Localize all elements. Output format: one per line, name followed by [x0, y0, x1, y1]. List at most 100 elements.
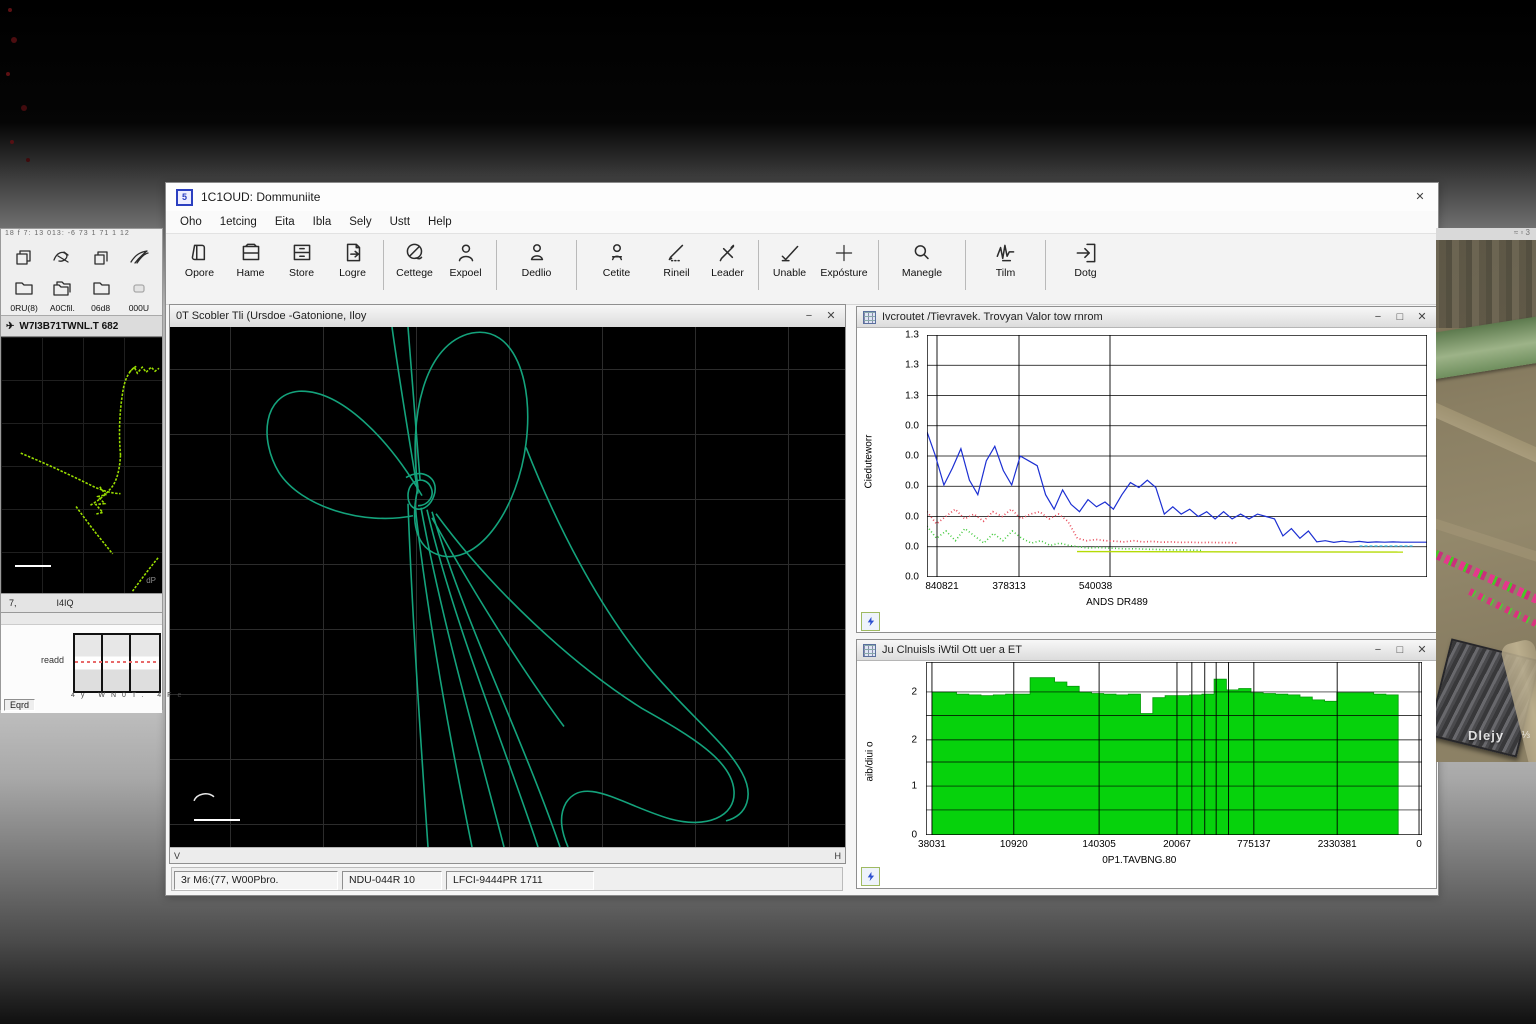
folder-stack-icon — [50, 276, 74, 300]
toolbar-separator — [383, 240, 384, 290]
tick-label: 2 — [911, 686, 917, 697]
tick-label: 0.0 — [905, 451, 919, 462]
satellite-watermark: Dlejy — [1468, 728, 1504, 743]
pen-strokes-button[interactable] — [120, 243, 158, 273]
bottom-chart-plot[interactable] — [926, 662, 1422, 835]
signal-panel: readd 4y WN0T. 4Fe Eqrd — [1, 613, 162, 713]
main-titlebar[interactable]: 5 1C1OUD: Dommuniite ✕ — [166, 183, 1438, 211]
top-chart-ytick-labels: 1.31.31.30.00.00.00.00.00.0 — [885, 335, 923, 577]
toolbar-button-hame[interactable]: Hame — [225, 238, 276, 279]
toolbar-button-cetite[interactable]: Cetite — [591, 238, 642, 279]
menu-item[interactable]: Help — [428, 216, 452, 228]
top-chart-plot[interactable] — [927, 335, 1427, 577]
pen-swash-icon — [127, 246, 151, 270]
toolbar-button-leader[interactable]: Leader — [702, 238, 753, 279]
tick-label: 20067 — [1163, 839, 1191, 850]
main-close-button[interactable]: ✕ — [1412, 190, 1428, 204]
pages-copy-button[interactable] — [82, 243, 120, 273]
pages-icon — [89, 246, 113, 270]
satellite-imagery[interactable]: Dlejy ⅓ — [1436, 240, 1536, 762]
import-doc-icon — [340, 240, 366, 266]
chart-tool-button[interactable] — [861, 867, 880, 886]
mini-map-corner-text: dP — [146, 576, 156, 585]
toolbar-button-expoel[interactable]: Expoel — [440, 238, 491, 279]
plot-scrollbar-strip[interactable]: V H — [170, 847, 845, 863]
bottom-chart-xlabel: 0P1.TAVBNG.80 — [926, 855, 1422, 866]
status-field-gps: 3r M6:(77, W00Pbro. — [174, 871, 338, 890]
toolbar-button-dotg[interactable]: Dotg — [1060, 238, 1111, 279]
waveform-icon — [993, 240, 1019, 266]
toolbar-button-tilm[interactable]: Tilm — [980, 238, 1031, 279]
bottom-chart-close-button[interactable]: ✕ — [1414, 643, 1430, 657]
tick-label: 1 — [911, 781, 917, 792]
toolbar-button-rineil[interactable]: Rineil — [651, 238, 702, 279]
window-copy-button[interactable] — [5, 243, 43, 273]
top-chart-titlebar[interactable]: Ivcroutet /Tievravek. Trovyan Valor tow … — [857, 307, 1436, 328]
plot-minimize-button[interactable]: − — [801, 309, 817, 323]
flash-icon — [865, 871, 876, 882]
menu-item[interactable]: Sely — [349, 216, 371, 228]
menu-item[interactable]: 1etcing — [220, 216, 257, 228]
bottom-chart-titlebar[interactable]: Ju Clnuisls iWtil Ott uer a ET − □ ✕ — [857, 640, 1436, 661]
toolbar-button-store[interactable]: Store — [276, 238, 327, 279]
menu-item[interactable]: Eita — [275, 216, 295, 228]
io-strip[interactable]: 7, I4IQ — [1, 593, 162, 613]
top-chart-maximize-button[interactable]: □ — [1392, 310, 1408, 324]
menu-item[interactable]: Ustt — [390, 216, 410, 228]
trajectory-plot-window: 0T Scobler Tli (Ursdoe -Gatonione, Iloy … — [169, 304, 846, 864]
plot-close-button[interactable]: ✕ — [823, 309, 839, 323]
tick-label: 0.0 — [905, 511, 919, 522]
toolbar-button-manegle[interactable]: Manegle — [893, 238, 951, 279]
status-bar: 3r M6:(77, W00Pbro. NDU-044R 10 LFCI-944… — [171, 867, 843, 891]
desktop-artifact-specks — [8, 8, 12, 12]
mini-map-scale-bar — [15, 565, 51, 567]
sketch-button[interactable] — [43, 243, 81, 273]
status-field-session: LFCI-9444PR 1711 — [446, 871, 594, 890]
signal-row-label: readd — [41, 655, 64, 665]
tick-label: 0.0 — [905, 481, 919, 492]
mini-map-title: W7I3B71TWNL.T 682 — [19, 321, 118, 332]
check-pen-icon — [777, 240, 803, 266]
chart-tool-button[interactable] — [861, 612, 880, 631]
top-chart-close-button[interactable]: ✕ — [1414, 310, 1430, 324]
toolbar-button-opore[interactable]: Opore — [174, 238, 225, 279]
folder-button-2[interactable] — [82, 273, 120, 303]
toolbar-button-cettege[interactable]: Cettege — [389, 238, 440, 279]
plot-window-titlebar[interactable]: 0T Scobler Tli (Ursdoe -Gatonione, Iloy … — [170, 305, 845, 328]
tick-label: 2330381 — [1318, 839, 1357, 850]
mini-map-titlebar[interactable]: ✈ W7I3B71TWNL.T 682 — [1, 315, 162, 337]
trajectory-plot-canvas[interactable] — [170, 327, 845, 847]
save-icon — [238, 240, 264, 266]
tick-label: 540038 — [1079, 581, 1112, 592]
chart-window-icon — [863, 311, 876, 324]
satellite-urban-band — [1436, 240, 1536, 328]
toolbar-button-logre[interactable]: Logre — [327, 238, 378, 279]
top-chart-minimize-button[interactable]: − — [1370, 310, 1386, 324]
bottom-chart-svg — [926, 662, 1422, 835]
bottom-chart-maximize-button[interactable]: □ — [1392, 643, 1408, 657]
tick-label: 1.3 — [905, 390, 919, 401]
folder-stack-button[interactable] — [43, 273, 81, 303]
scribble-icon — [50, 246, 74, 270]
signal-threshold-line — [75, 661, 159, 663]
blank-slot-button[interactable] — [120, 273, 158, 303]
main-app-window: 5 1C1OUD: Dommuniite ✕ Oho 1etcing Eita Ibl… — [165, 182, 1439, 896]
menu-item[interactable]: Oho — [180, 216, 202, 228]
tick-label: 0 — [911, 830, 917, 841]
bottom-chart-minimize-button[interactable]: − — [1370, 643, 1386, 657]
mini-map-canvas[interactable]: dP — [1, 337, 162, 593]
menu-item[interactable]: Ibla — [313, 216, 332, 228]
user-icon — [524, 240, 550, 266]
app-icon: 5 — [176, 189, 193, 206]
satellite-survey-markers — [1436, 548, 1536, 617]
toolbar-button-unable[interactable]: Unable — [764, 238, 815, 279]
user-icon — [453, 240, 479, 266]
toolbar-button-exposture[interactable]: Expósture — [815, 238, 873, 279]
chart-window-icon — [863, 644, 876, 657]
panel-status: Eqrd — [4, 699, 35, 711]
bottom-chart-body: aib/diui o 2210 380311092014030520067775… — [857, 661, 1436, 888]
folder-button-1[interactable] — [5, 273, 43, 303]
window-copy-icon — [12, 246, 36, 270]
pencil-track-icon — [664, 240, 690, 266]
toolbar-button-dedlio[interactable]: Dedlio — [511, 238, 562, 279]
